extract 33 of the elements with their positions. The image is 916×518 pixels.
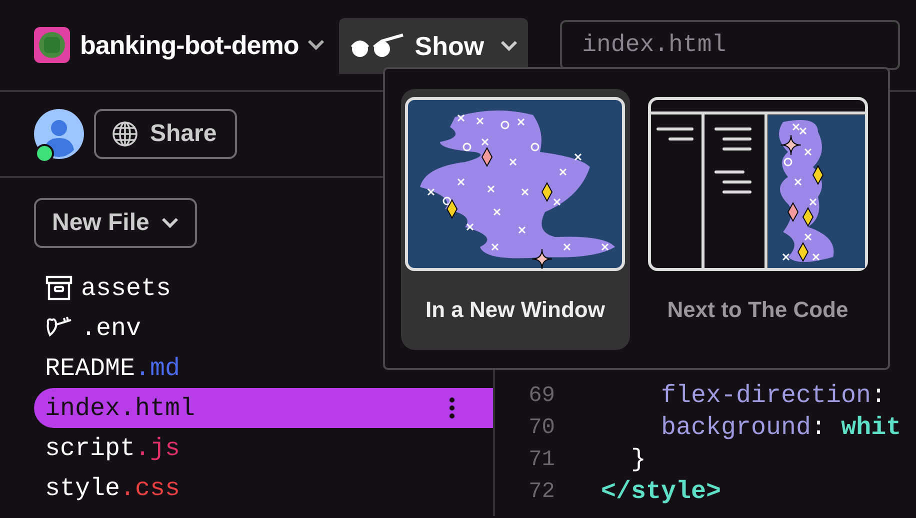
caret-icon [500, 40, 518, 52]
file-name: assets [81, 274, 172, 302]
option-label: In a New Window [426, 297, 605, 323]
line-number: 69 [528, 382, 555, 408]
line-number: 71 [528, 446, 555, 472]
file-item[interactable]: style.css [34, 468, 493, 508]
archive-box-icon [45, 275, 73, 301]
new-file-button[interactable]: New File [34, 198, 198, 248]
code-line: background: whit [660, 412, 902, 442]
project-icon [34, 27, 70, 63]
file-item[interactable]: index.html [34, 388, 493, 428]
line-number: 72 [528, 478, 555, 504]
file-name: README.md [45, 354, 180, 382]
menu-option[interactable]: Next to The Code [644, 89, 872, 350]
show-button[interactable]: Show [338, 18, 528, 74]
more-options-icon[interactable] [449, 397, 455, 419]
file-name: script.js [45, 434, 180, 462]
caret-icon[interactable] [306, 39, 325, 51]
file-name: index.html [45, 394, 196, 422]
file-name: style.css [45, 474, 180, 502]
code-line: flex-direction: [660, 380, 886, 410]
code-line: </style> [601, 476, 722, 506]
globe-icon [112, 121, 138, 147]
file-name-field[interactable]: index.html [560, 20, 900, 70]
menu-option[interactable]: In a New Window [401, 89, 630, 350]
option-label: Next to The Code [667, 297, 848, 323]
code-line: } [630, 444, 646, 474]
file-name: .env [81, 314, 142, 342]
file-item[interactable]: script.js [34, 428, 493, 468]
line-number: 70 [528, 414, 555, 440]
caret-icon [161, 217, 180, 229]
project-name[interactable]: banking-bot-demo [80, 30, 299, 60]
share-button[interactable]: Share [94, 109, 237, 159]
